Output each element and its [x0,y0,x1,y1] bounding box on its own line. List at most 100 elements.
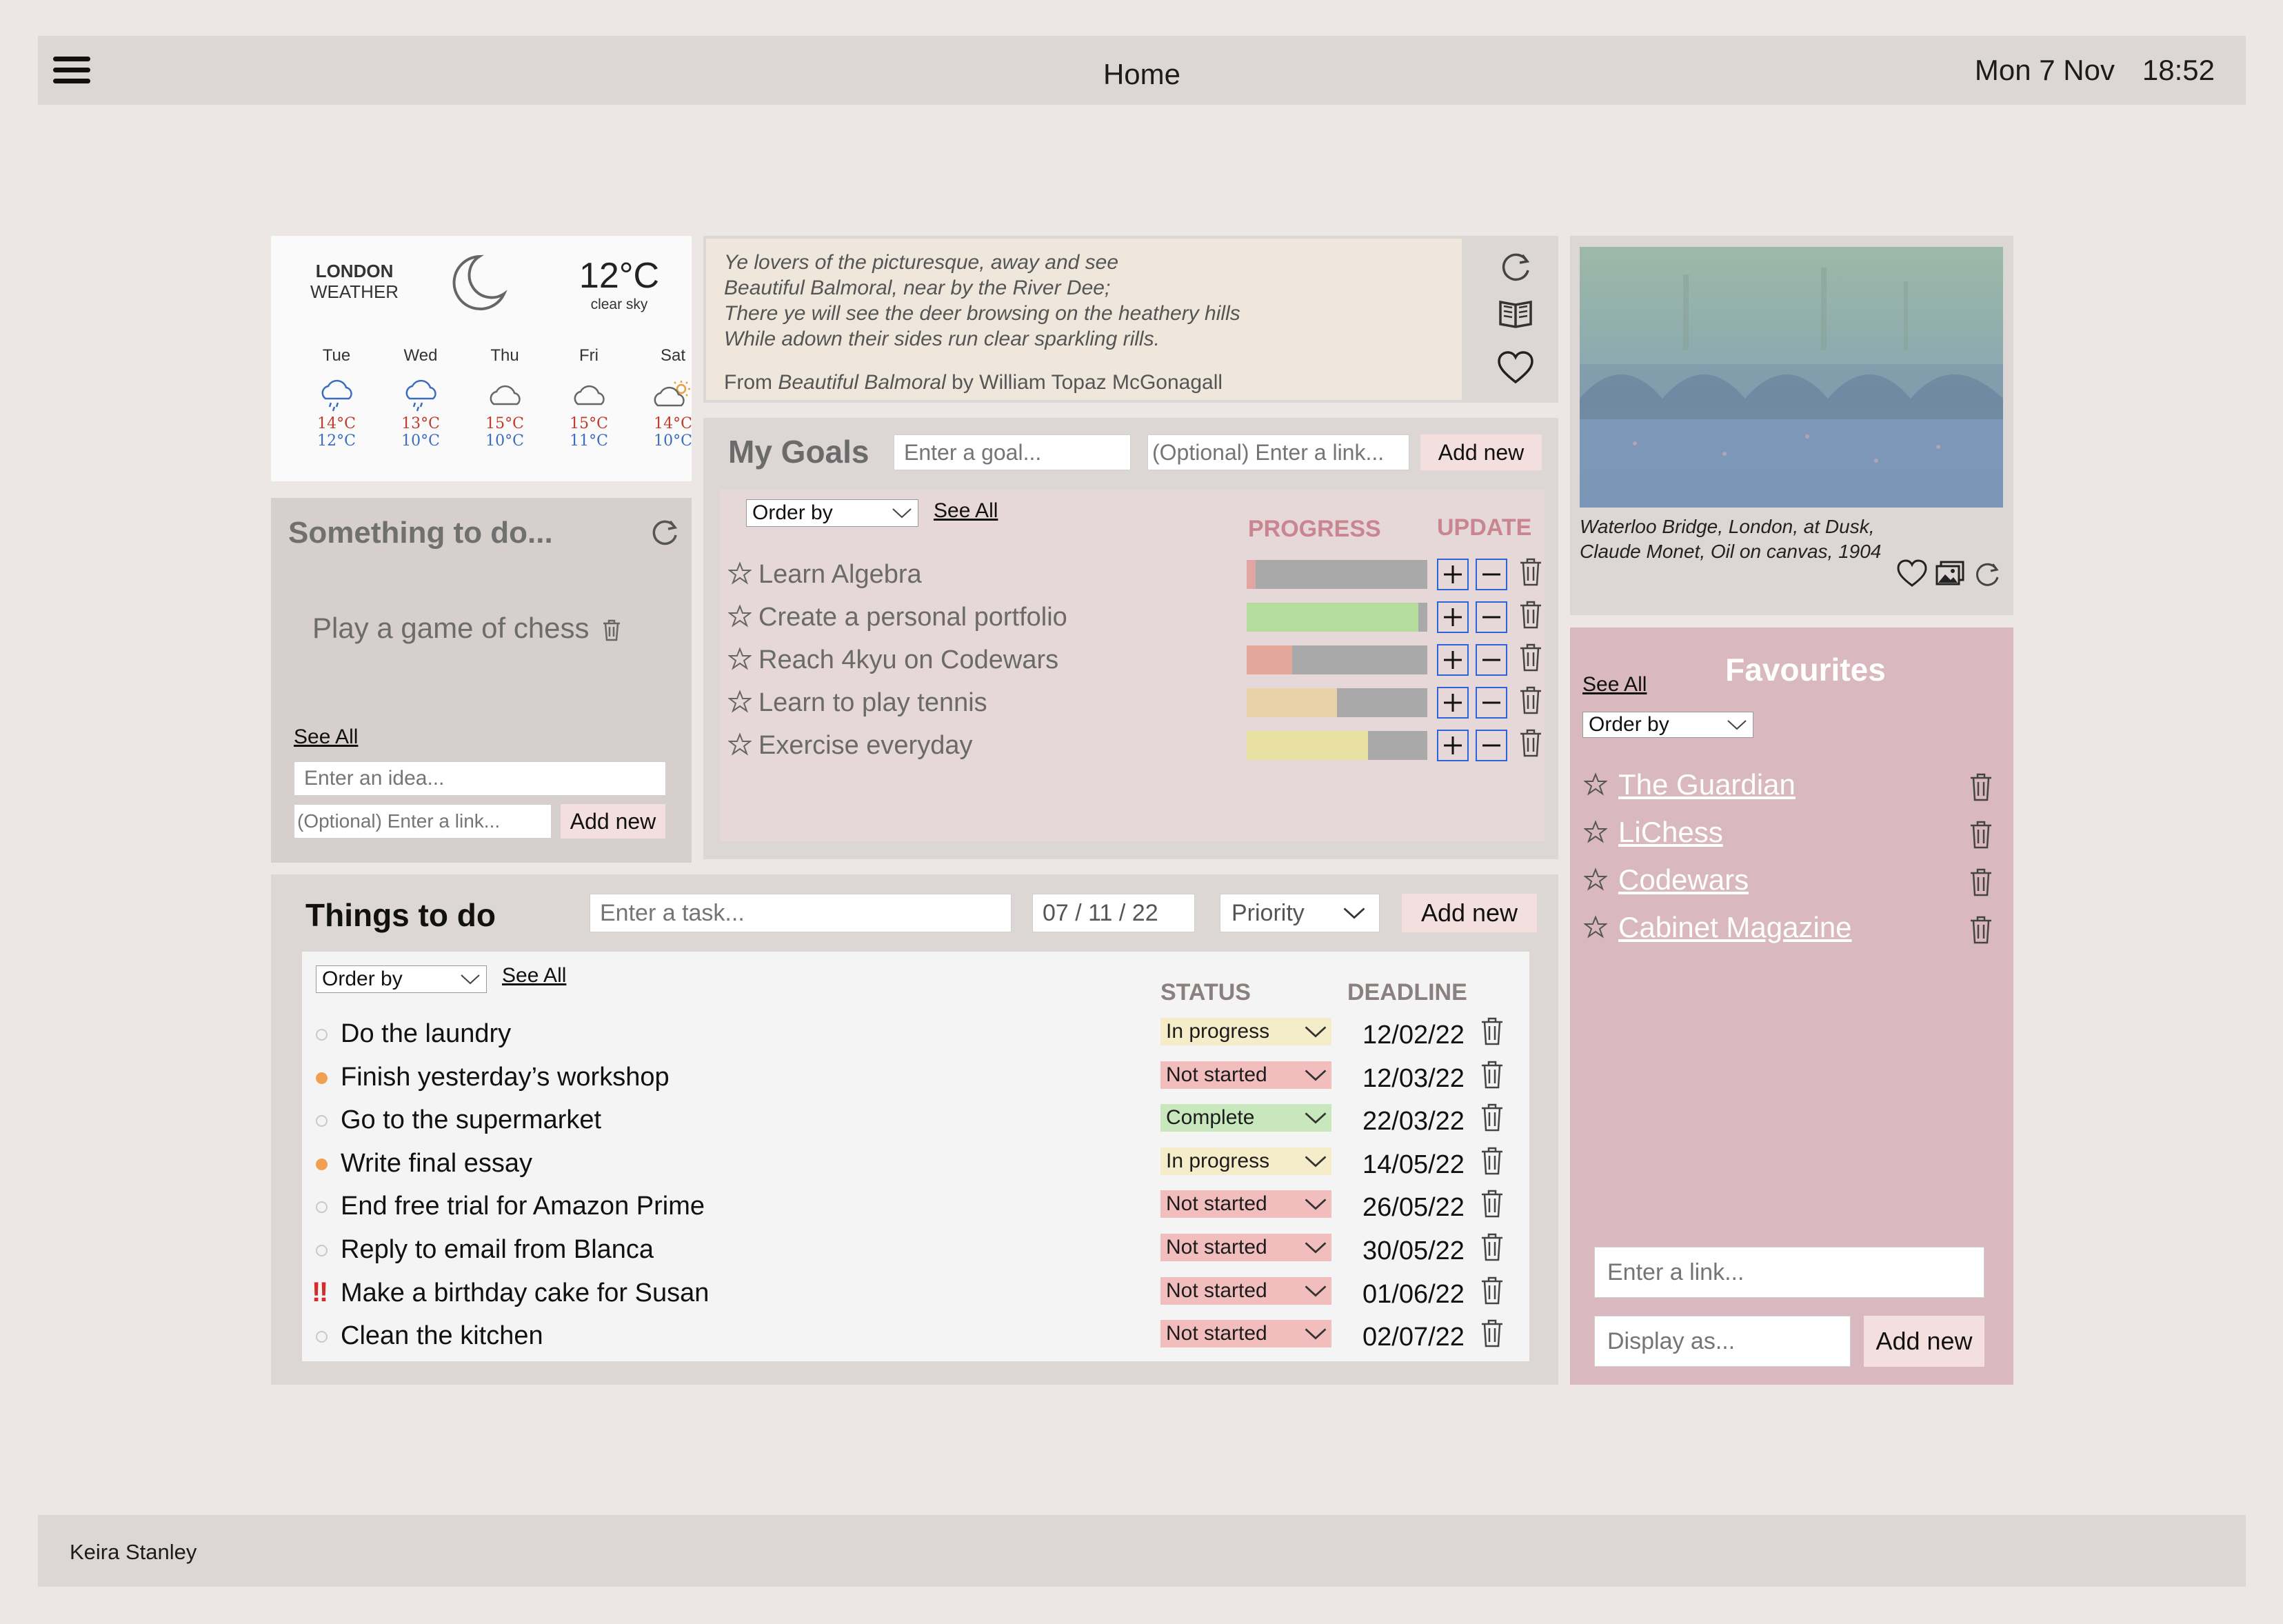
goal-progress-fill [1247,688,1337,717]
goal-name[interactable]: Exercise everyday [758,731,972,761]
trash-icon[interactable] [1478,1232,1506,1263]
task-status-label: Not started [1166,1192,1267,1216]
trash-icon[interactable] [1478,1146,1506,1176]
favourites-order-by-select[interactable]: Order by [1582,712,1753,738]
increase-progress-button[interactable] [1437,601,1469,633]
star-icon[interactable] [728,732,752,756]
favourite-link[interactable]: The Guardian [1618,768,1796,801]
task-name[interactable]: Write final essay [341,1149,532,1179]
star-icon[interactable] [728,561,752,585]
order-by-label: Order by [1589,713,1669,736]
increase-progress-button[interactable] [1437,687,1469,719]
deadline-column-header: DEADLINE [1347,979,1467,1005]
favourite-link[interactable]: Cabinet Magazine [1618,911,1852,944]
task-name[interactable]: Finish yesterday’s workshop [341,1063,670,1092]
goal-name[interactable]: Reach 4kyu on Codewars [758,645,1058,675]
open-book-icon[interactable] [1496,294,1535,332]
task-name[interactable]: Go to the supermarket [341,1105,601,1135]
trash-icon[interactable] [1478,1016,1506,1047]
increase-progress-button[interactable] [1437,730,1469,761]
task-status-select[interactable]: Not started [1160,1320,1331,1348]
star-icon[interactable] [1584,772,1607,796]
task-add-button[interactable]: Add new [1402,894,1537,932]
trash-icon[interactable] [1478,1060,1506,1090]
task-name[interactable]: End free trial for Amazon Prime [341,1192,705,1221]
goals-see-all-link[interactable]: See All [934,499,998,523]
trash-icon[interactable] [1517,728,1545,759]
idea-add-button[interactable]: Add new [561,804,665,839]
goal-input[interactable] [894,434,1131,470]
trash-icon[interactable] [1517,643,1545,673]
goal-add-button[interactable]: Add new [1420,434,1542,470]
trash-icon[interactable] [1517,600,1545,630]
goal-link-input[interactable] [1147,434,1409,470]
star-icon[interactable] [1584,868,1607,891]
decrease-progress-button[interactable] [1476,730,1507,761]
trash-icon[interactable] [1517,557,1545,588]
task-name[interactable]: Do the laundry [341,1019,511,1049]
task-status-select[interactable]: Not started [1160,1276,1331,1305]
decrease-progress-button[interactable] [1476,644,1507,676]
increase-progress-button[interactable] [1437,559,1469,590]
idea-input[interactable] [294,761,666,796]
trash-icon[interactable] [1478,1189,1506,1219]
task-name[interactable]: Clean the kitchen [341,1321,543,1351]
favourite-add-button[interactable]: Add new [1864,1316,1984,1367]
trash-icon[interactable] [1967,868,1995,898]
task-status-select[interactable]: In progress [1160,1018,1331,1045]
todo-see-all-link[interactable]: See All [502,964,566,988]
goals-order-by-select[interactable]: Order by [746,499,918,527]
task-status-select[interactable]: Not started [1160,1190,1331,1219]
trash-icon[interactable] [1478,1319,1506,1349]
trash-icon[interactable] [1967,820,1995,850]
task-status-select[interactable]: Not started [1160,1061,1331,1089]
favourite-link[interactable]: LiChess [1618,816,1723,849]
todo-order-by-select[interactable]: Order by [316,965,487,993]
trash-icon[interactable] [1967,772,1995,803]
task-status-select[interactable]: Complete [1160,1104,1331,1132]
refresh-icon[interactable] [647,514,681,549]
forecast-day: Thu 15°C 10°C [467,346,543,450]
priority-select[interactable]: Priority [1220,894,1380,932]
heart-icon[interactable] [1496,349,1535,388]
star-icon[interactable] [728,647,752,670]
goal-name[interactable]: Learn Algebra [758,560,922,590]
task-name[interactable]: Reply to email from Blanca [341,1235,654,1265]
forecast-day-name: Wed [403,346,438,365]
task-name[interactable]: Make a birthday cake for Susan [341,1279,709,1308]
goal-name[interactable]: Learn to play tennis [758,688,987,718]
task-deadline: 12/03/22 [1362,1063,1465,1093]
weather-location: LONDON WEATHER [310,261,399,302]
refresh-icon[interactable] [1496,247,1535,285]
decrease-progress-button[interactable] [1476,687,1507,719]
task-input[interactable] [590,894,1012,932]
image-gallery-icon[interactable] [1934,558,1966,590]
trash-icon[interactable] [1517,685,1545,716]
trash-icon[interactable] [601,619,622,642]
trash-icon[interactable] [1967,915,1995,945]
favourites-see-all-link[interactable]: See All [1582,673,1647,696]
task-bullet-icon [316,1201,328,1214]
star-icon[interactable] [1584,820,1607,843]
favourite-link[interactable]: Codewars [1618,863,1749,896]
idea-see-all-link[interactable]: See All [294,725,358,749]
trash-icon[interactable] [1478,1276,1506,1306]
heart-icon[interactable] [1896,558,1928,590]
decrease-progress-button[interactable] [1476,601,1507,633]
increase-progress-button[interactable] [1437,644,1469,676]
task-status-select[interactable]: In progress [1160,1147,1331,1175]
favourite-display-input[interactable] [1594,1316,1851,1367]
star-icon[interactable] [728,690,752,713]
decrease-progress-button[interactable] [1476,559,1507,590]
refresh-icon[interactable] [1971,558,2003,590]
task-status-select[interactable]: Not started [1160,1234,1331,1261]
star-icon[interactable] [1584,915,1607,939]
minus-icon [1482,701,1500,704]
trash-icon[interactable] [1478,1103,1506,1133]
task-date-input[interactable]: 07 / 11 / 22 [1032,894,1195,932]
favourite-link-input[interactable] [1594,1247,1984,1298]
idea-link-input[interactable] [294,804,552,839]
top-bar: Home Mon 7 Nov 18:52 [38,36,2246,105]
star-icon[interactable] [728,604,752,628]
goal-name[interactable]: Create a personal portfolio [758,603,1067,632]
